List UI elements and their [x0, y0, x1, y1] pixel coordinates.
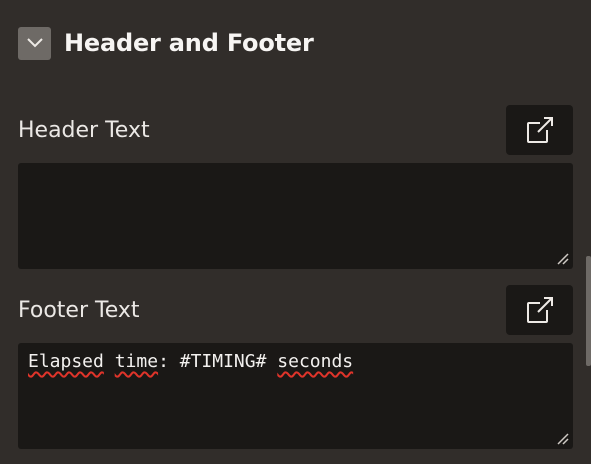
expand-arrow-icon: [526, 297, 553, 323]
header-text-label: Header Text: [18, 118, 150, 143]
resize-handle-icon[interactable]: [555, 251, 569, 265]
footer-text-field[interactable]: Elapsed time: #TIMING# seconds: [18, 343, 573, 449]
header-text-expand-button[interactable]: [506, 105, 573, 155]
section-header: Header and Footer: [18, 26, 314, 60]
misspelled-word: seconds: [277, 351, 354, 372]
scrollbar[interactable]: [586, 256, 591, 366]
chevron-down-icon: [26, 38, 43, 48]
header-text-field[interactable]: [18, 163, 573, 269]
properties-panel: Header and Footer Header Text Footer Tex…: [0, 0, 591, 464]
footer-text-value: Elapsed time: #TIMING# seconds: [28, 351, 353, 372]
misspelled-word: time: [114, 351, 159, 372]
footer-text-label: Footer Text: [18, 298, 140, 323]
footer-text-expand-button[interactable]: [506, 285, 573, 335]
text-fragment: : #TIMING#: [158, 351, 278, 372]
collapse-toggle-button[interactable]: [18, 26, 51, 60]
expand-arrow-icon: [526, 117, 553, 143]
section-title: Header and Footer: [64, 29, 314, 57]
text-fragment: [104, 351, 115, 372]
misspelled-word: Elapsed: [28, 351, 104, 372]
resize-handle-icon[interactable]: [555, 431, 569, 445]
